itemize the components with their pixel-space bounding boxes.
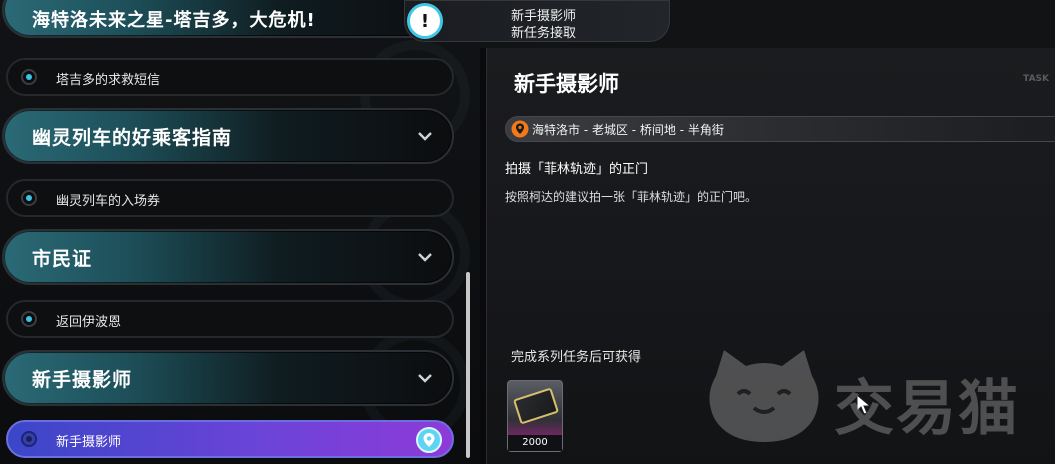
- quest-item-label: 返回伊波恩: [56, 315, 122, 330]
- map-pin-icon[interactable]: [416, 427, 442, 453]
- location-pin-icon: [511, 120, 529, 138]
- chevron-down-icon[interactable]: [416, 248, 434, 266]
- mouse-cursor-icon: [856, 394, 872, 415]
- quest-status-dot-icon: [21, 69, 37, 85]
- quest-item-label: 新手摄影师: [56, 435, 122, 450]
- quest-group-title: 海特洛未来之星-塔吉多，大危机!: [32, 10, 316, 31]
- location-bar: 海特洛市 - 老城区 - 桥间地 - 半角街: [505, 116, 1055, 142]
- quest-item[interactable]: 返回伊波恩: [6, 300, 454, 338]
- quest-group-header[interactable]: 市民证: [2, 229, 454, 285]
- quest-description: 按照柯达的建议拍一张「菲林轨迹」的正门吧。: [505, 190, 758, 204]
- quest-group-header[interactable]: 海特洛未来之星-塔吉多，大危机!: [2, 0, 454, 38]
- quest-list-panel: 海特洛未来之星-塔吉多，大危机! 塔吉多的求救短信 幽灵列车的好乘客指南 幽灵列…: [0, 0, 480, 464]
- quest-item[interactable]: 幽灵列车的入场券: [6, 179, 454, 217]
- reward-caption: 完成系列任务后可获得: [511, 350, 642, 365]
- corner-tag: TASK: [1023, 74, 1049, 84]
- quest-item-label: 幽灵列车的入场券: [56, 194, 161, 209]
- reward-item[interactable]: 2000: [507, 380, 563, 452]
- new-quest-notification: ! 新手摄影师 新任务接取: [404, 0, 670, 42]
- notification-status: 新任务接取: [511, 26, 577, 41]
- film-ticket-icon: [512, 387, 560, 425]
- chevron-down-icon[interactable]: [416, 127, 434, 145]
- quest-group-title: 新手摄影师: [32, 368, 133, 391]
- quest-group-header[interactable]: 幽灵列车的好乘客指南: [2, 108, 454, 164]
- quest-item-selected[interactable]: 新手摄影师: [6, 420, 454, 458]
- quest-item[interactable]: 塔吉多的求救短信: [6, 58, 454, 96]
- quest-detail-title: 新手摄影师: [514, 72, 619, 96]
- location-path: 海特洛市 - 老城区 - 桥间地 - 半角街: [532, 123, 724, 137]
- quest-item-label: 塔吉多的求救短信: [56, 73, 161, 88]
- quest-status-dot-icon: [21, 311, 37, 327]
- quest-detail-panel: TASK 新手摄影师 海特洛市 - 老城区 - 桥间地 - 半角街 拍摄「菲林轨…: [486, 48, 1055, 464]
- chevron-down-icon[interactable]: [416, 369, 434, 387]
- reward-amount: 2000: [508, 435, 562, 451]
- scrollbar-thumb[interactable]: [466, 272, 470, 458]
- quest-objective: 拍摄「菲林轨迹」的正门: [505, 162, 649, 177]
- quest-status-dot-icon: [21, 431, 37, 447]
- quest-group-title: 市民证: [32, 247, 93, 270]
- quest-group-title: 幽灵列车的好乘客指南: [32, 126, 233, 149]
- exclamation-icon: !: [407, 3, 443, 39]
- quest-group-header[interactable]: 新手摄影师: [2, 350, 454, 406]
- quest-status-dot-icon: [21, 190, 37, 206]
